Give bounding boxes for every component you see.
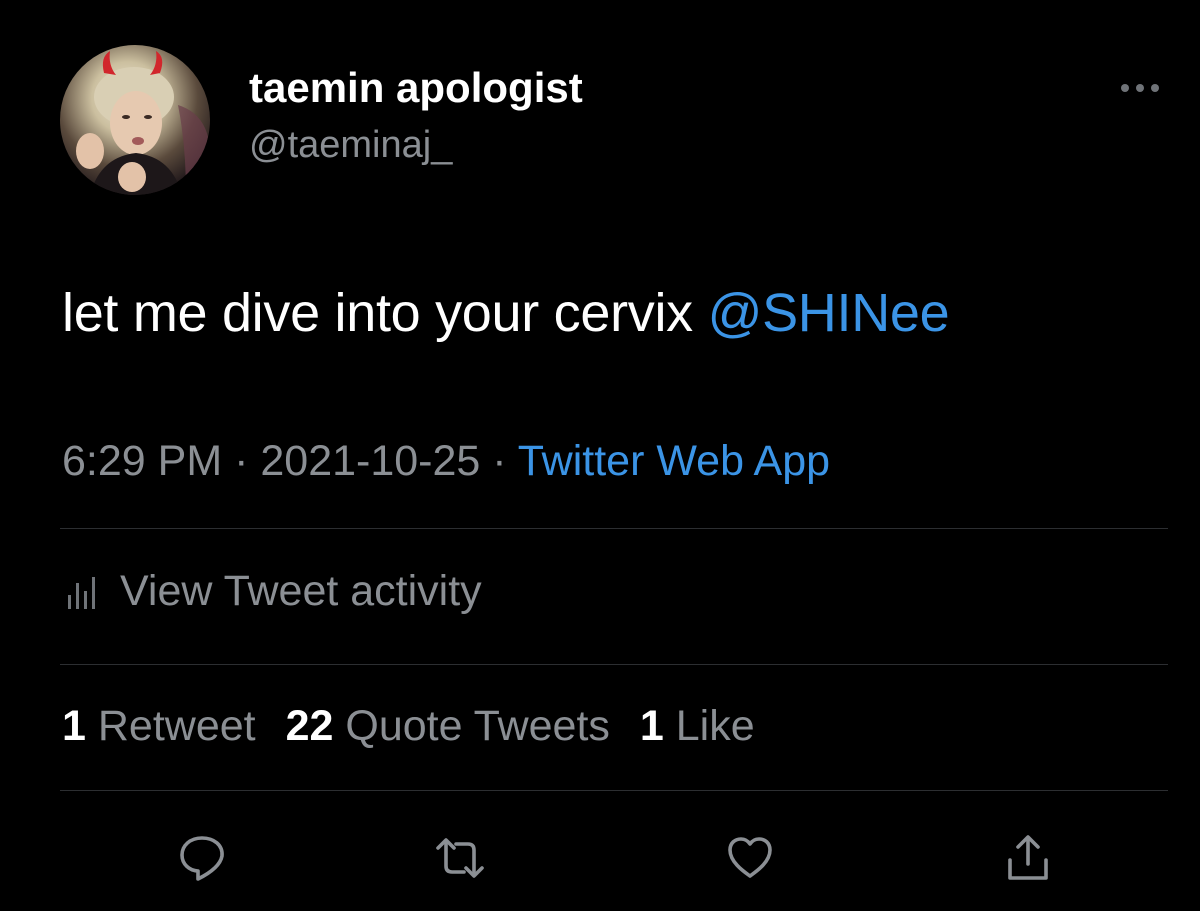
share-icon [1008, 835, 1048, 880]
engagement-counts: 1 Retweet 22 Quote Tweets 1 Like [62, 702, 773, 751]
quote-count-label: Quote Tweets [345, 702, 610, 750]
more-horizontal-icon-dot [1151, 84, 1159, 92]
user-handle[interactable]: @taeminaj_ [249, 124, 452, 167]
tweet-source-link[interactable]: Twitter Web App [518, 437, 830, 485]
quote-tweet-count[interactable]: 22 Quote Tweets [286, 702, 610, 750]
profile-photo-icon [76, 51, 210, 195]
like-count-label: Like [675, 702, 755, 750]
bar-chart-icon [68, 577, 95, 609]
tweet-detail: taemin apologist @taeminaj_ let me dive … [0, 0, 1200, 911]
view-tweet-activity-link[interactable]: View Tweet activity [62, 563, 482, 619]
tweet-date[interactable]: 2021-10-25 [260, 437, 480, 485]
divider [60, 664, 1168, 665]
retweet-button[interactable] [428, 826, 492, 890]
tweet-text: let me dive into your cervix @SHINee [62, 282, 950, 344]
retweet-count[interactable]: 1 Retweet [62, 702, 256, 750]
view-tweet-activity-label: View Tweet activity [120, 566, 482, 615]
more-options-button[interactable] [1112, 72, 1168, 104]
meta-separator: · [480, 437, 518, 485]
divider [60, 528, 1168, 529]
more-horizontal-icon-dot [1136, 84, 1144, 92]
quote-count-number: 22 [285, 702, 334, 750]
like-button[interactable] [718, 826, 782, 890]
share-button[interactable] [996, 826, 1060, 890]
retweet-icon [436, 838, 484, 878]
display-name[interactable]: taemin apologist [249, 64, 583, 112]
like-count-number: 1 [639, 702, 664, 750]
more-horizontal-icon [1121, 84, 1129, 92]
tweet-body-text: let me dive into your cervix [62, 283, 708, 343]
tweet-meta: 6:29 PM · 2021-10-25 · Twitter Web App [62, 437, 830, 486]
divider [60, 790, 1168, 791]
like-count[interactable]: 1 Like [640, 702, 755, 750]
retweet-count-number: 1 [62, 702, 86, 750]
tweet-time[interactable]: 6:29 PM [62, 437, 222, 485]
mention-link[interactable]: @SHINee [708, 283, 950, 343]
meta-separator: · [222, 437, 261, 485]
avatar[interactable] [60, 45, 210, 195]
heart-icon [728, 837, 772, 878]
retweet-count-label: Retweet [97, 702, 256, 750]
reply-icon [180, 836, 224, 881]
reply-button[interactable] [170, 826, 234, 890]
